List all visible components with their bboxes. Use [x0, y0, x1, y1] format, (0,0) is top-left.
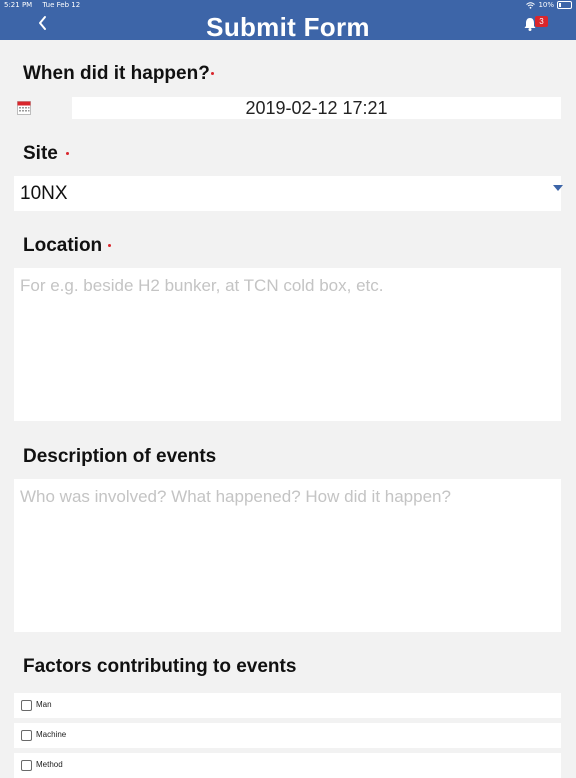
factor-option-label: Machine [36, 730, 67, 739]
location-input[interactable] [14, 268, 561, 421]
required-indicator [108, 244, 111, 247]
factor-option-method[interactable]: Method [14, 753, 561, 778]
dropdown-arrow-icon[interactable] [553, 185, 563, 191]
factor-option-man[interactable]: Man [14, 693, 561, 718]
required-indicator [66, 152, 69, 155]
calendar-icon[interactable] [17, 100, 31, 115]
wifi-icon [526, 1, 536, 9]
description-label: Description of events [23, 446, 217, 467]
factors-label: Factors contributing to events [23, 656, 297, 677]
site-select[interactable]: 10NX [14, 176, 561, 211]
status-date: Tue Feb 12 [42, 1, 81, 9]
location-label: Location [23, 235, 103, 256]
notification-badge: 3 [535, 16, 548, 27]
site-select-value: 10NX [20, 183, 68, 204]
battery-icon [557, 1, 572, 9]
date-time-field[interactable]: 2019-02-12 17:21 [72, 97, 561, 119]
description-input[interactable] [14, 479, 561, 632]
required-indicator [211, 72, 214, 75]
header-bar: 5:21 PM Tue Feb 12 10% Submit Form 3 [0, 0, 576, 42]
factor-option-label: Man [36, 700, 52, 709]
checkbox[interactable] [21, 760, 32, 771]
when-label: When did it happen? [23, 63, 210, 84]
status-time: 5:21 PM [4, 1, 33, 9]
page-title: Submit Form [206, 12, 370, 42]
status-bar-left: 5:21 PM Tue Feb 12 [4, 1, 88, 9]
battery-percent: 10% [538, 1, 554, 9]
checkbox[interactable] [21, 700, 32, 711]
factor-option-machine[interactable]: Machine [14, 723, 561, 748]
status-bar-right: 10% [526, 1, 572, 9]
site-label: Site [23, 143, 58, 164]
checkbox[interactable] [21, 730, 32, 741]
